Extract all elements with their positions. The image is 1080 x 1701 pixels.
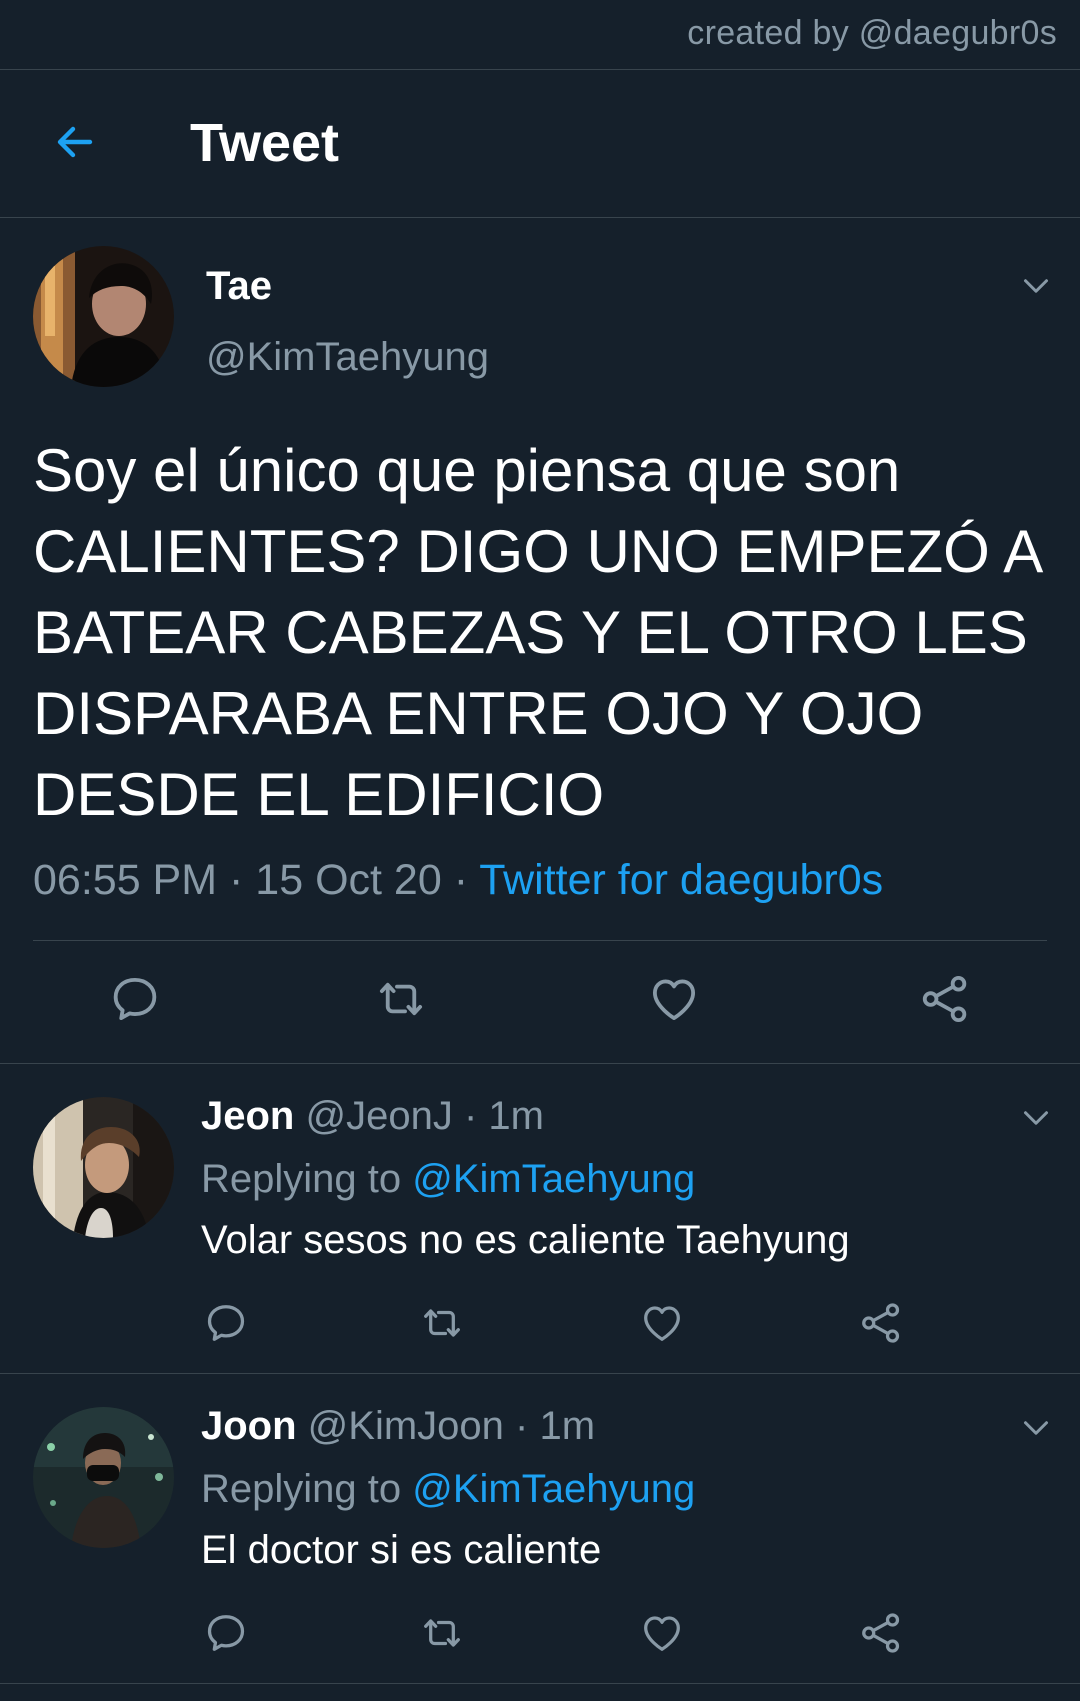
reply-header: Jeon @JeonJ · 1m: [201, 1094, 544, 1139]
tweet-date: 15 Oct 20: [255, 856, 442, 904]
tweet-time: 1m: [539, 1404, 596, 1448]
tweet-text: Soy el único que piensa que son CALIENTE…: [33, 437, 1040, 828]
top-bar: Tweet: [0, 70, 1080, 218]
credit-text: created by @daegubr0s: [687, 14, 1057, 52]
replying-to: Replying to @KimTaehyung: [201, 1467, 695, 1512]
replying-to-label: Replying to: [201, 1467, 402, 1511]
retweet-icon[interactable]: [419, 1610, 465, 1656]
chevron-down-icon[interactable]: [1018, 1410, 1054, 1446]
like-icon[interactable]: [647, 972, 701, 1026]
reply-icon[interactable]: [203, 1610, 249, 1656]
tweet-time: 1m: [488, 1094, 544, 1138]
replying-to-label: Replying to: [201, 1157, 402, 1201]
divider: [33, 940, 1047, 941]
tweet-source-link[interactable]: Twitter for daegubr0s: [479, 856, 883, 904]
reply-tweet[interactable]: Jeon @JeonJ · 1m Replying to @KimTaehyun…: [0, 1064, 1080, 1374]
mention-link[interactable]: @KimTaehyung: [412, 1467, 695, 1511]
tweet-time: 06:55 PM: [33, 856, 218, 904]
arrow-left-icon[interactable]: [50, 118, 98, 166]
meta-separator: ·: [453, 856, 469, 904]
avatar[interactable]: [33, 1407, 174, 1548]
display-name[interactable]: Joon: [201, 1404, 297, 1448]
mention-link[interactable]: @KimTaehyung: [412, 1157, 695, 1201]
chevron-down-icon[interactable]: [1018, 268, 1054, 304]
retweet-icon[interactable]: [419, 1300, 465, 1346]
retweet-icon[interactable]: [374, 972, 428, 1026]
credit-bar: created by @daegubr0s: [0, 0, 1080, 70]
reply-icon[interactable]: [203, 1300, 249, 1346]
tweet-text: Volar sesos no es caliente Taehyung: [201, 1218, 850, 1262]
share-icon[interactable]: [858, 1610, 904, 1656]
like-icon[interactable]: [639, 1610, 685, 1656]
display-name[interactable]: Jeon: [201, 1094, 294, 1138]
user-handle[interactable]: @KimJoon: [308, 1404, 504, 1448]
reply-tweet[interactable]: Joon @KimJoon · 1m Replying to @KimTaehy…: [0, 1374, 1080, 1684]
share-icon[interactable]: [918, 972, 972, 1026]
reply-header: Joon @KimJoon · 1m: [201, 1404, 595, 1449]
tweet-text: El doctor si es caliente: [201, 1528, 602, 1572]
like-icon[interactable]: [639, 1300, 685, 1346]
reply-icon[interactable]: [108, 972, 162, 1026]
avatar[interactable]: [33, 1097, 174, 1238]
chevron-down-icon[interactable]: [1018, 1100, 1054, 1136]
meta-separator: ·: [463, 1094, 478, 1138]
meta-separator: ·: [515, 1404, 529, 1448]
display-name[interactable]: Tae: [206, 264, 272, 309]
replying-to: Replying to @KimTaehyung: [201, 1157, 695, 1202]
meta-separator: ·: [229, 856, 244, 904]
avatar[interactable]: [33, 246, 174, 387]
page-title: Tweet: [190, 113, 340, 173]
user-handle[interactable]: @JeonJ: [305, 1094, 452, 1138]
tweet-meta: 06:55 PM · 15 Oct 20 · Twitter for daegu…: [33, 856, 883, 905]
user-handle[interactable]: @KimTaehyung: [206, 335, 489, 380]
share-icon[interactable]: [858, 1300, 904, 1346]
main-tweet: Tae @KimTaehyung Soy el único que piensa…: [0, 218, 1080, 1064]
